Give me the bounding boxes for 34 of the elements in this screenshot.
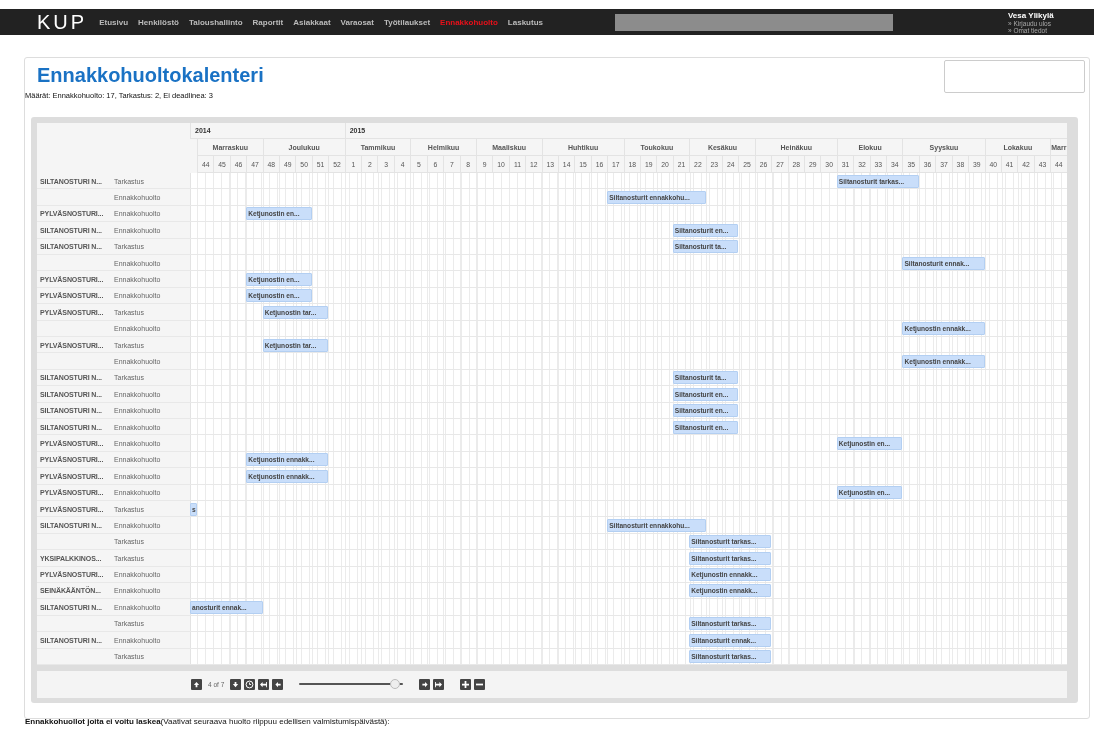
jump-left-button[interactable] (258, 678, 270, 690)
right-bar-arrow-icon (434, 680, 444, 688)
scroll-right-button[interactable] (419, 678, 431, 690)
jump-right-button[interactable] (433, 678, 445, 690)
uncalculated-note: Ennakkohuollot joita ei voitu laskea(Vaativat seuraava huolto riippuu edellisen valmistumispäivästä): (25, 716, 391, 727)
nav-link[interactable]: Taloushallinto (188, 17, 243, 27)
search-field[interactable] (614, 13, 893, 31)
left-arrow-icon (273, 680, 282, 688)
nav-link[interactable]: Varaosat (340, 17, 374, 27)
move-down-button[interactable] (230, 678, 242, 690)
left-bar-arrow-icon (259, 680, 269, 688)
slider-thumb[interactable] (389, 679, 400, 690)
right-arrow-icon (420, 680, 429, 688)
up-arrow-icon (193, 680, 200, 688)
zoom-slider[interactable] (299, 679, 404, 690)
nav-link[interactable]: Työtilaukset (383, 17, 431, 27)
nav-link[interactable]: Henkilöstö (138, 17, 179, 27)
down-arrow-icon (232, 680, 240, 688)
clock-button[interactable] (244, 678, 256, 690)
nav-link[interactable]: Raportit (252, 17, 284, 27)
clock-icon (245, 679, 255, 689)
nav-link[interactable]: Asiakkaat (293, 17, 331, 27)
scroll-left-button[interactable] (272, 678, 284, 690)
minus-icon (476, 682, 484, 686)
logo[interactable]: KUP (37, 10, 88, 34)
plus-icon (462, 680, 470, 688)
page-title: Ennakkohuoltokalenteri (37, 64, 264, 87)
user-name: Vesa Ylikylä (1007, 10, 1054, 20)
nav-link[interactable]: Ennakkohuolto (440, 17, 498, 27)
zoom-out-button[interactable] (474, 678, 486, 690)
zoom-in-button[interactable] (460, 678, 472, 690)
nav-link[interactable]: Laskutus (507, 17, 543, 27)
nav-link[interactable]: Etusivu (99, 17, 129, 27)
move-up-button[interactable] (191, 678, 202, 690)
